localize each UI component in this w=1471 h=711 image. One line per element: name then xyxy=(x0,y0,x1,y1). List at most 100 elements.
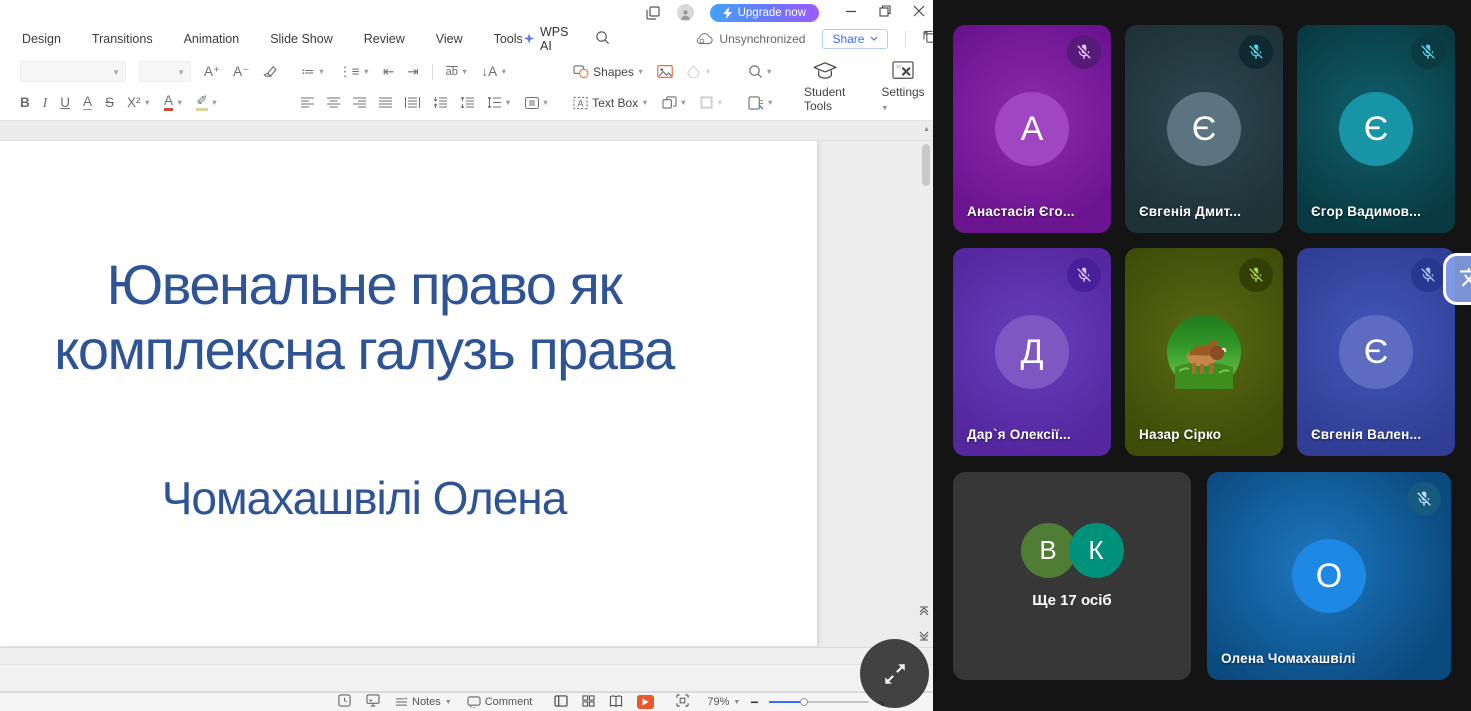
shape-fill-button[interactable]: ▼ xyxy=(686,65,711,78)
font-color-button[interactable]: A▼ xyxy=(164,94,183,111)
decrease-indent-button[interactable]: ⇤ xyxy=(383,65,394,79)
menu-tools[interactable]: Tools xyxy=(494,32,523,46)
align-right-button[interactable] xyxy=(353,97,366,108)
divider xyxy=(432,64,433,80)
comment-button[interactable]: Comment xyxy=(467,696,533,708)
document-margin xyxy=(0,121,933,141)
increase-indent-button[interactable]: ⇥ xyxy=(407,65,418,79)
slide-sorter-view-button[interactable] xyxy=(582,695,595,710)
insert-picture-button[interactable] xyxy=(657,65,673,78)
settings-button[interactable]: Settings ▼ xyxy=(867,59,938,115)
numbering-button[interactable]: ⋮≡▼ xyxy=(338,65,370,79)
present-display-icon[interactable] xyxy=(366,694,380,710)
participant-tile[interactable]: О Олена Чомахашвілі xyxy=(1207,472,1451,680)
slide-title[interactable]: Ювенальне право як комплексна галузь пра… xyxy=(0,253,773,383)
notes-toggle[interactable]: Notes▼ xyxy=(395,696,452,708)
font-name-select[interactable]: ▼ xyxy=(20,61,126,82)
close-button[interactable] xyxy=(913,4,925,22)
find-button[interactable]: ▼ xyxy=(748,64,773,79)
shape-outline-button[interactable]: ▼ xyxy=(700,96,723,109)
slideshow-play-button[interactable] xyxy=(637,695,654,709)
overflow-count-label: Ще 17 осіб xyxy=(1032,592,1111,609)
slide-canvas[interactable]: Ювенальне право як комплексна галузь пра… xyxy=(0,141,818,646)
underline-button[interactable]: U xyxy=(60,96,70,110)
participant-name: Анастасія Єго... xyxy=(967,204,1075,219)
sparkle-icon xyxy=(523,32,535,46)
participant-tile[interactable]: Д Дар`я Олексії... xyxy=(953,248,1111,456)
paragraph-spacing-decrease-button[interactable] xyxy=(460,97,474,108)
clear-format-icon[interactable] xyxy=(262,65,277,78)
shapes-button[interactable]: Shapes▼ xyxy=(573,65,644,79)
zoom-out-button[interactable]: − xyxy=(750,694,758,710)
bold-button[interactable]: B xyxy=(20,96,30,110)
next-slide-button[interactable] xyxy=(919,628,929,646)
minimize-button[interactable] xyxy=(845,4,857,22)
align-left-button[interactable] xyxy=(301,97,314,108)
zoom-level[interactable]: 79%▼ xyxy=(707,696,740,708)
vertical-text-button[interactable]: ↓A▼ xyxy=(481,65,507,79)
divider xyxy=(905,31,906,47)
restore-button[interactable] xyxy=(879,4,891,22)
participant-tile[interactable]: А Анастасія Єго... xyxy=(953,25,1111,233)
participant-tile[interactable]: Є Євгенія Вален... xyxy=(1297,248,1455,456)
slide-subtitle[interactable]: Чомахашвілі Олена xyxy=(0,471,773,525)
sync-status[interactable]: Unsynchronized xyxy=(696,32,805,46)
distribute-text-button[interactable] xyxy=(405,97,420,108)
menu-slideshow[interactable]: Slide Show xyxy=(270,32,333,46)
participant-tile[interactable]: Є Єгор Вадимов... xyxy=(1297,25,1455,233)
share-button[interactable]: Share xyxy=(822,29,888,49)
svg-text:A: A xyxy=(578,98,585,108)
wps-ai-button[interactable]: WPS AI xyxy=(523,25,578,53)
zoom-slider-thumb[interactable] xyxy=(800,698,808,706)
translate-icon xyxy=(1459,266,1471,292)
scrollbar-thumb[interactable] xyxy=(922,144,930,186)
strikethrough-button[interactable]: S xyxy=(105,96,114,110)
fit-slide-button[interactable] xyxy=(676,694,689,710)
scroll-up-arrow-icon[interactable]: ▲ xyxy=(923,126,930,133)
line-spacing-button[interactable]: ▼ xyxy=(487,97,511,108)
search-icon[interactable] xyxy=(595,30,610,48)
normal-view-button[interactable] xyxy=(554,695,568,710)
highlight-color-button[interactable]: ✐▼ xyxy=(196,94,218,111)
upgrade-label: Upgrade now xyxy=(738,7,806,19)
menu-transitions[interactable]: Transitions xyxy=(92,32,153,46)
zoom-slider[interactable] xyxy=(769,701,869,703)
copy-pages-icon[interactable] xyxy=(645,5,661,21)
previous-slide-button[interactable] xyxy=(919,603,929,621)
overflow-participants-tile[interactable]: В К Ще 17 осіб xyxy=(953,472,1191,680)
paragraph-spacing-increase-button[interactable] xyxy=(433,97,447,108)
reading-view-button[interactable] xyxy=(609,695,623,710)
italic-button[interactable]: I xyxy=(43,96,48,110)
upgrade-now-button[interactable]: Upgrade now xyxy=(710,4,819,22)
increase-font-button[interactable]: A⁺ xyxy=(204,65,220,79)
menu-design[interactable]: Design xyxy=(22,32,61,46)
translate-overlay-button[interactable] xyxy=(1443,253,1471,305)
insert-group: Shapes▼ ▼ A Text Box▼ ▼ ▼ xyxy=(565,59,731,115)
text-align-vertical-button[interactable]: ▼ xyxy=(525,97,549,109)
slide-show-timer-icon[interactable] xyxy=(338,694,351,710)
text-direction-button[interactable]: ab▼ xyxy=(446,66,469,78)
font-size-select[interactable]: ▼ xyxy=(139,61,191,82)
textbox-button[interactable]: A Text Box▼ xyxy=(573,96,648,110)
ribbon: ▼ ▼ A⁺ A⁻ B I U A S X²▼ A▼ ✐▼ xyxy=(0,52,933,121)
arrange-button[interactable]: ▼ xyxy=(662,96,687,109)
student-tools-button[interactable]: Student Tools xyxy=(790,59,859,115)
expand-fullscreen-button[interactable] xyxy=(863,642,926,705)
menu-review[interactable]: Review xyxy=(364,32,405,46)
selection-pane-button[interactable]: ▼ xyxy=(748,96,774,110)
menu-view[interactable]: View xyxy=(436,32,463,46)
account-avatar[interactable] xyxy=(677,4,694,21)
superscript-button[interactable]: X²▼ xyxy=(127,96,151,110)
menu-animation[interactable]: Animation xyxy=(184,32,240,46)
justify-button[interactable] xyxy=(379,97,392,108)
decrease-font-button[interactable]: A⁻ xyxy=(233,65,249,79)
participant-tile[interactable]: Є Євгенія Дмит... xyxy=(1125,25,1283,233)
mic-muted-icon xyxy=(1411,258,1445,292)
notes-collapsed-bar[interactable] xyxy=(0,647,933,692)
mic-muted-icon xyxy=(1067,35,1101,69)
lightning-icon xyxy=(723,7,733,19)
character-border-button[interactable]: A xyxy=(83,95,92,110)
align-center-button[interactable] xyxy=(327,97,340,108)
participant-tile[interactable]: Назар Сірко xyxy=(1125,248,1283,456)
bullets-button[interactable]: ≔▼ xyxy=(301,65,325,79)
